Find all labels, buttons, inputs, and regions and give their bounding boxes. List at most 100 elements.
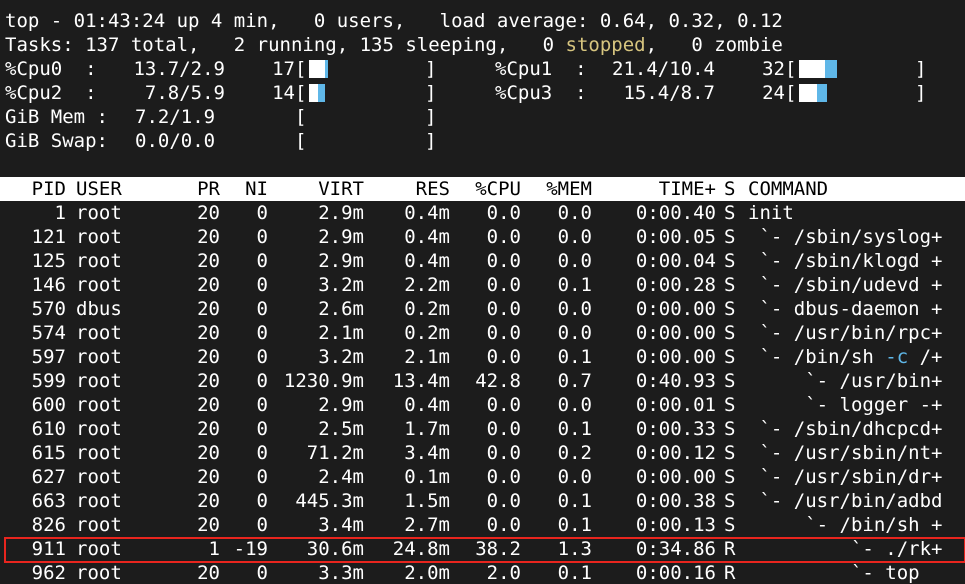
command-suffix: /+ — [908, 346, 943, 368]
column-header-mem[interactable]: %MEM — [546, 177, 592, 201]
tasks-suffix: , 0 zombie — [645, 34, 783, 56]
process-user: root — [76, 418, 122, 440]
cpu-meter-3: %Cpu3 : 15.4/8.7 24[] — [495, 81, 935, 105]
process-user: dbus — [76, 298, 122, 320]
process-virt: 445.3m — [295, 490, 364, 512]
process-row[interactable]: 574 root 20 0 2.1m 0.2m 0.0 0.0 0:00.00 S `- /usr… — [0, 321, 965, 345]
process-pid: 597 — [31, 346, 66, 368]
process-virt: 2.9m — [318, 202, 364, 224]
process-row[interactable]: 911 root 1 -19 30.6m 24.8m 38.2 1.3 0:34.86 R `- … — [0, 537, 965, 561]
process-row[interactable]: 146 root 20 0 3.2m 2.2m 0.0 0.1 0:00.28 S `- /sbi… — [0, 273, 965, 297]
cpu-bracket-open: [ — [295, 82, 307, 104]
process-ni: 0 — [256, 298, 268, 320]
process-res: 0.4m — [404, 202, 450, 224]
process-ni: 0 — [256, 202, 268, 224]
process-row[interactable]: 627 root 20 0 2.4m 0.1m 0.0 0.0 0:00.00 S `- /usr… — [0, 465, 965, 489]
process-ni: 0 — [256, 442, 268, 464]
process-user: root — [76, 514, 122, 536]
process-s: S — [724, 250, 736, 272]
process-pid: 121 — [31, 226, 66, 248]
cpu-meter-2: %Cpu2 : 7.8/5.9 14[] — [5, 81, 445, 105]
column-header-pr[interactable]: PR — [197, 177, 220, 201]
process-virt: 2.9m — [318, 226, 364, 248]
command-text: `- logger -+ — [748, 394, 943, 416]
process-s: S — [724, 298, 736, 320]
command-text: `- top — [748, 562, 920, 584]
process-user: root — [76, 370, 122, 392]
process-cpu: 0.0 — [486, 490, 521, 512]
process-row[interactable]: 615 root 20 0 71.2m 3.4m 0.0 0.2 0:00.12 S `- /us… — [0, 441, 965, 465]
process-command: init — [748, 201, 794, 225]
swap-bracket-close: ] — [425, 130, 437, 152]
process-row[interactable]: 826 root 20 0 3.4m 2.7m 0.0 0.1 0:00.13 S `- /bin… — [0, 513, 965, 537]
process-time: 0:00.13 — [635, 514, 716, 536]
process-res: 0.4m — [404, 226, 450, 248]
column-header-pid[interactable]: PID — [32, 177, 66, 201]
process-res: 0.2m — [404, 322, 450, 344]
cpu-sys-fill — [325, 60, 328, 78]
process-s: R — [724, 562, 736, 584]
cpu-value: 13.7/2.9 — [133, 58, 225, 80]
process-row[interactable]: 597 root 20 0 3.2m 2.1m 0.0 0.1 0:00.00 S `- /bin… — [0, 345, 965, 369]
process-res: 24.8m — [392, 538, 450, 560]
column-header-s[interactable]: S — [724, 177, 735, 201]
command-arg: -c — [885, 346, 909, 368]
cpu-value: 15.4/8.7 — [623, 82, 715, 104]
process-s: S — [724, 514, 736, 536]
process-command: `- /sbin/dhcpcd+ — [748, 417, 942, 441]
cpu-bracket-open: [ — [785, 58, 797, 80]
process-time: 0:00.33 — [635, 418, 716, 440]
process-cpu: 42.8 — [475, 370, 521, 392]
tasks-line: Tasks: 137 total, 2 running, 135 sleepin… — [5, 33, 783, 57]
cpu-sys-fill — [318, 84, 325, 102]
process-row[interactable]: 600 root 20 0 2.9m 0.4m 0.0 0.0 0:00.01 S `- logg… — [0, 393, 965, 417]
process-pr: 20 — [197, 562, 220, 584]
process-row[interactable]: 610 root 20 0 2.5m 1.7m 0.0 0.1 0:00.33 S `- /sbi… — [0, 417, 965, 441]
process-row[interactable]: 570 dbus 20 0 2.6m 0.2m 0.0 0.0 0:00.00 S `- dbus… — [0, 297, 965, 321]
process-ni: 0 — [256, 562, 268, 584]
process-row[interactable]: 1 root 20 0 2.9m 0.4m 0.0 0.0 0:00.40 Sinit — [0, 201, 965, 225]
process-command: `- /sbin/klogd + — [748, 249, 942, 273]
process-command: `- dbus-daemon + — [748, 297, 942, 321]
process-user: root — [76, 274, 122, 296]
column-header-time[interactable]: TIME+ — [659, 177, 716, 201]
column-header-virt[interactable]: VIRT — [318, 177, 364, 201]
cpu-label: %Cpu3 : — [495, 82, 587, 104]
process-cpu: 0.0 — [486, 226, 521, 248]
process-virt: 3.2m — [318, 346, 364, 368]
column-header-ni[interactable]: NI — [245, 177, 268, 201]
process-pid: 125 — [31, 250, 66, 272]
cpu-value: 21.4/10.4 — [612, 58, 715, 80]
tasks-stopped: stopped — [565, 34, 646, 56]
process-pid: 911 — [31, 538, 66, 560]
cpu-user-fill — [309, 60, 325, 78]
process-command: `- /usr/bin/adbd — [748, 489, 942, 513]
cpu-label: %Cpu2 : — [5, 82, 97, 104]
process-mem: 0.0 — [557, 250, 592, 272]
process-pid: 570 — [31, 298, 66, 320]
mem-meter: GiB Mem : 7.2/1.9 [ ] — [5, 105, 445, 129]
process-command: `- ./rk+ — [748, 537, 943, 561]
process-pid: 1 — [54, 202, 66, 224]
column-header-cpu[interactable]: %CPU — [475, 177, 521, 201]
process-row[interactable]: 599 root 20 0 1230.9m 13.4m 42.8 0.7 0:40.93 S `-… — [0, 369, 965, 393]
process-row[interactable]: 121 root 20 0 2.9m 0.4m 0.0 0.0 0:00.05 S `- /sbi… — [0, 225, 965, 249]
column-header-res[interactable]: RES — [416, 177, 450, 201]
mem-value: 7.2/1.9 — [135, 106, 216, 128]
process-row[interactable]: 663 root 20 0 445.3m 1.5m 0.0 0.1 0:00.38 S `- /u… — [0, 489, 965, 513]
process-pr: 20 — [197, 514, 220, 536]
process-cpu: 0.0 — [486, 322, 521, 344]
process-pr: 20 — [197, 418, 220, 440]
process-pid: 574 — [31, 322, 66, 344]
column-header-cmd[interactable]: COMMAND — [748, 177, 828, 201]
column-header-user[interactable]: USER — [76, 177, 122, 201]
process-time: 0:00.00 — [635, 322, 716, 344]
process-row[interactable]: 962 root 20 0 3.3m 2.0m 2.0 0.1 0:00.16 R `- top — [0, 561, 965, 584]
cpu-user-fill — [799, 84, 817, 102]
swap-label: GiB Swap: — [5, 130, 108, 152]
process-pr: 20 — [197, 490, 220, 512]
command-text: `- /sbin/syslog+ — [748, 226, 943, 248]
process-row[interactable]: 125 root 20 0 2.9m 0.4m 0.0 0.0 0:00.04 S `- /sbi… — [0, 249, 965, 273]
process-mem: 0.1 — [557, 562, 592, 584]
process-pr: 20 — [197, 298, 220, 320]
